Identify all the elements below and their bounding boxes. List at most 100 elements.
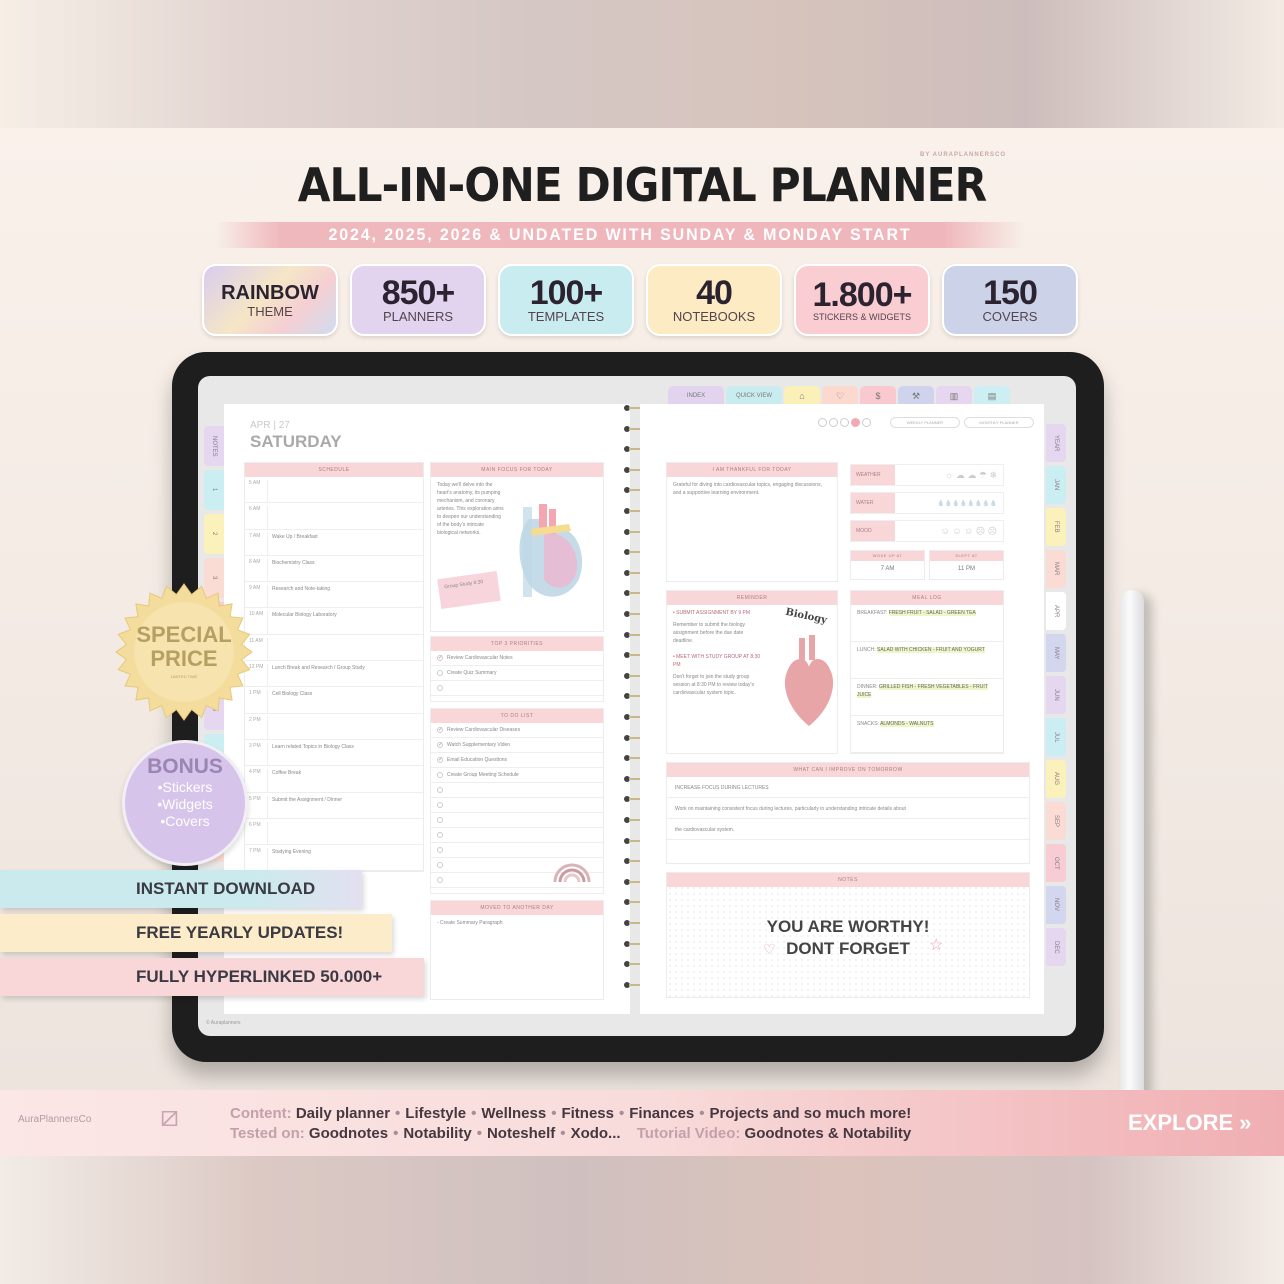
side-tab-1[interactable]: 1 [204, 470, 224, 510]
checkbox[interactable] [437, 802, 443, 808]
month-tab-oct[interactable]: OCT [1046, 844, 1066, 882]
sleep-value[interactable]: 7 AM [851, 561, 924, 572]
improve-box: WHAT CAN I IMPROVE ON TOMORROW INCREASE … [666, 762, 1030, 864]
schedule-entry[interactable]: Submit the Assignment / Dinner [267, 795, 423, 818]
month-tab-aug[interactable]: AUG [1046, 760, 1066, 798]
nav-dots [818, 418, 871, 427]
schedule-time: 8 AM [249, 558, 261, 565]
schedule-entry[interactable]: Research and Note-taking [267, 585, 423, 608]
month-tab-jun[interactable]: JUN [1046, 676, 1066, 714]
meal-row[interactable]: SNACKS: ALMONDS - WALNUTS [851, 716, 1003, 753]
nav-dot[interactable] [840, 418, 849, 427]
main-focus-text[interactable]: Today we'll delve into the heart's anato… [431, 477, 511, 541]
schedule-entry[interactable] [267, 637, 423, 661]
priority-item[interactable]: ✓ Review Cardiovascular Notes [431, 651, 603, 666]
tutorial-label: Tutorial Video: [636, 1125, 741, 1142]
checkbox[interactable] [437, 832, 443, 838]
sleep-value[interactable]: 11 PM [930, 561, 1003, 572]
checkbox[interactable] [437, 685, 443, 691]
checkbox[interactable] [437, 817, 443, 823]
schedule-entry[interactable]: Coffee Break [267, 769, 423, 792]
tab-index[interactable]: INDEX [668, 386, 724, 406]
main-focus-box: MAIN FOCUS FOR TODAY Today we'll delve i… [430, 462, 604, 632]
improve-line[interactable]: INCREASE FOCUS DURING LECTURES [667, 777, 1029, 798]
checkbox[interactable]: ✓ [437, 655, 443, 661]
checkbox[interactable] [437, 847, 443, 853]
nav-dot[interactable] [862, 418, 871, 427]
month-tab-feb[interactable]: FEB [1046, 508, 1066, 546]
reminder-head[interactable]: • SUBMIT ASSIGNMENT BY 9 PM [667, 605, 767, 617]
tab-chart-icon[interactable]: ▥ [936, 386, 972, 406]
month-tab-year[interactable]: YEAR [1046, 424, 1066, 462]
checkbox[interactable]: ✓ [437, 727, 443, 733]
thankful-text[interactable]: Grateful for diving into cardiovascular … [667, 477, 837, 501]
checkbox[interactable] [437, 877, 443, 883]
month-tab-may[interactable]: MAY [1046, 634, 1066, 672]
schedule-entry[interactable]: Molecular Biology Laboratory [267, 611, 423, 634]
explore-button[interactable]: EXPLORE » [1128, 1110, 1251, 1136]
tab-heart-icon[interactable]: ♡ [822, 386, 858, 406]
content-item: Projects and so much more! [709, 1105, 912, 1122]
tab-quick-view[interactable]: QUICK VIEW [726, 386, 782, 406]
schedule-entry[interactable] [267, 821, 423, 845]
tab-home-icon[interactable]: ⌂ [784, 386, 820, 406]
todo-item[interactable]: ✓ Email Education Questions [431, 753, 603, 768]
schedule-entry[interactable] [267, 480, 423, 503]
schedule-entry[interactable] [267, 716, 423, 739]
todo-item[interactable] [431, 783, 603, 798]
month-tab-sep[interactable]: SEP [1046, 802, 1066, 840]
checkbox[interactable] [437, 862, 443, 868]
nav-dot-active[interactable] [851, 418, 860, 427]
stat-value: 100+ [529, 274, 604, 312]
checkbox[interactable] [437, 772, 443, 778]
month-tab-jan[interactable]: JAN [1046, 466, 1066, 504]
todo-item[interactable] [431, 813, 603, 828]
month-tab-dec[interactable]: DEC [1046, 928, 1066, 966]
nav-dot[interactable] [829, 418, 838, 427]
schedule-entry[interactable]: Lunch Break and Research / Group Study [267, 664, 423, 687]
meal-row[interactable]: LUNCH: SALAD WITH CHICKEN - FRUIT AND YO… [851, 642, 1003, 679]
todo-item[interactable]: ✓ Review Cardiovascular Diseases [431, 723, 603, 738]
tab-dumbbell-icon[interactable]: ⚒ [898, 386, 934, 406]
todo-box: TO DO LIST ✓ Review Cardiovascular Diseas… [430, 708, 604, 894]
reminder-head[interactable]: • MEET WITH STUDY GROUP AT 8:30 PM [667, 649, 767, 669]
biology-sticker: Biology [784, 606, 828, 627]
schedule-entry[interactable]: Wake Up / Breakfast [267, 532, 423, 555]
schedule-entry[interactable]: Cell Biology Class [267, 690, 423, 713]
thankful-title: I AM THANKFUL FOR TODAY [667, 463, 837, 477]
tab-notebook-icon[interactable]: ▤ [974, 386, 1010, 406]
todo-item[interactable] [431, 828, 603, 843]
tracker-weather-icons[interactable]: ☼ ☁ ☁ ☂ ❄ [895, 470, 1003, 481]
todo-item[interactable] [431, 798, 603, 813]
schedule-entry[interactable]: Biochemistry Class [267, 558, 423, 582]
schedule-entry[interactable]: Studying Evening [267, 848, 423, 871]
priority-item[interactable]: Create Quiz Summary [431, 666, 603, 681]
meal-row[interactable]: DINNER: GRILLED FISH - FRESH VEGETABLES … [851, 679, 1003, 716]
schedule-entry[interactable] [267, 506, 423, 529]
month-tab-mar[interactable]: MAR [1046, 550, 1066, 588]
nav-dot[interactable] [818, 418, 827, 427]
side-tab-notes[interactable]: NOTES [204, 426, 224, 466]
schedule-entry[interactable]: Learn related Topics in Biology Class [267, 742, 423, 766]
checkbox[interactable]: ✓ [437, 742, 443, 748]
priority-item[interactable] [431, 681, 603, 696]
month-tab-jul[interactable]: JUL [1046, 718, 1066, 756]
meal-row[interactable]: BREAKFAST: FRESH FRUIT - SALAD - GREEN T… [851, 605, 1003, 642]
tracker-water-icons[interactable]: 💧💧💧💧💧💧💧💧 [895, 500, 1003, 507]
todo-item[interactable]: ✓ Watch Supplementary Video [431, 738, 603, 753]
improve-line[interactable]: the cardiovascular system. [667, 819, 1029, 840]
tab-money-icon[interactable]: $ [860, 386, 896, 406]
improve-line[interactable]: Work on maintaining consistent focus dur… [667, 798, 1029, 819]
todo-item[interactable]: Create Group Meeting Schedule [431, 768, 603, 783]
checkbox[interactable]: ✓ [437, 757, 443, 763]
moved-item[interactable]: - Create Summary Paragraph [431, 915, 603, 931]
month-tab-nov[interactable]: NOV [1046, 886, 1066, 924]
side-tab-2[interactable]: 2 [204, 514, 224, 554]
monthly-planner-button[interactable]: MONTHLY PLANNER [964, 417, 1034, 428]
checkbox[interactable] [437, 670, 443, 676]
weekly-planner-button[interactable]: WEEKLY PLANNER [890, 417, 960, 428]
month-tab-apr[interactable]: APR [1046, 592, 1066, 630]
checkbox[interactable] [437, 787, 443, 793]
tracker-mood-icons[interactable]: ☺ ☺ ☺ ☹ ☹ [895, 526, 1003, 537]
tracker-water: WATER 💧💧💧💧💧💧💧💧 [850, 492, 1004, 514]
